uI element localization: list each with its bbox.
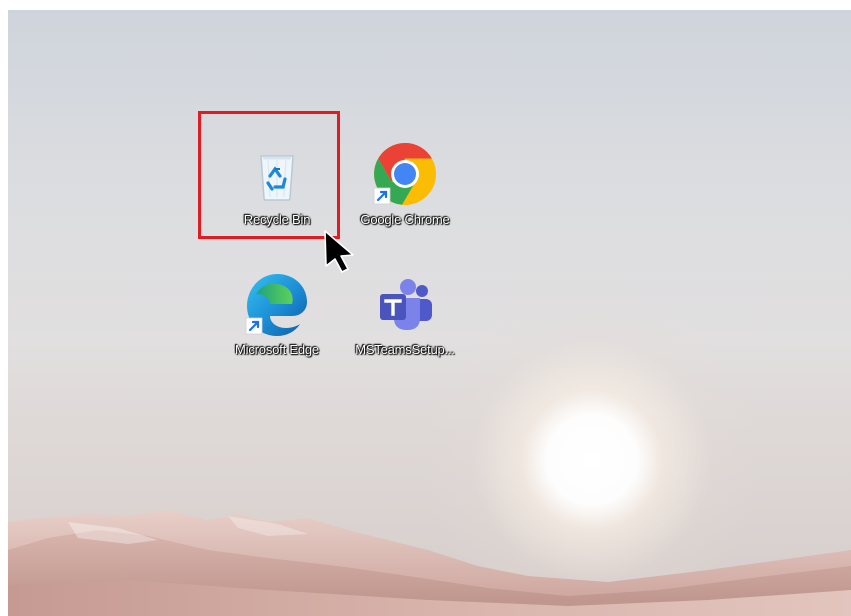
chrome-icon: [373, 143, 436, 205]
desktop-icon-google-chrome[interactable]: Google Chrome: [345, 136, 465, 232]
desktop-icon-label: Microsoft Edge: [235, 342, 319, 357]
desktop-icon-recycle-bin[interactable]: Recycle Bin: [217, 136, 337, 232]
desktop-icon-label: MSTeamsSetup...: [355, 342, 455, 357]
desktop-icon-microsoft-edge[interactable]: Microsoft Edge: [217, 266, 337, 362]
teams-icon: [380, 279, 432, 330]
recycle-bin-icon: [260, 155, 294, 201]
edge-icon: [245, 274, 307, 336]
desktop-icon-label: Recycle Bin: [243, 212, 311, 227]
desktop-icon-msteams-setup[interactable]: MSTeamsSetup...: [345, 266, 465, 362]
desktop-background[interactable]: Recycle Bin Google Chrome Microsoft Edge…: [8, 10, 851, 616]
desktop-icon-label: Google Chrome: [360, 212, 450, 227]
mouse-pointer-icon: [324, 230, 354, 273]
